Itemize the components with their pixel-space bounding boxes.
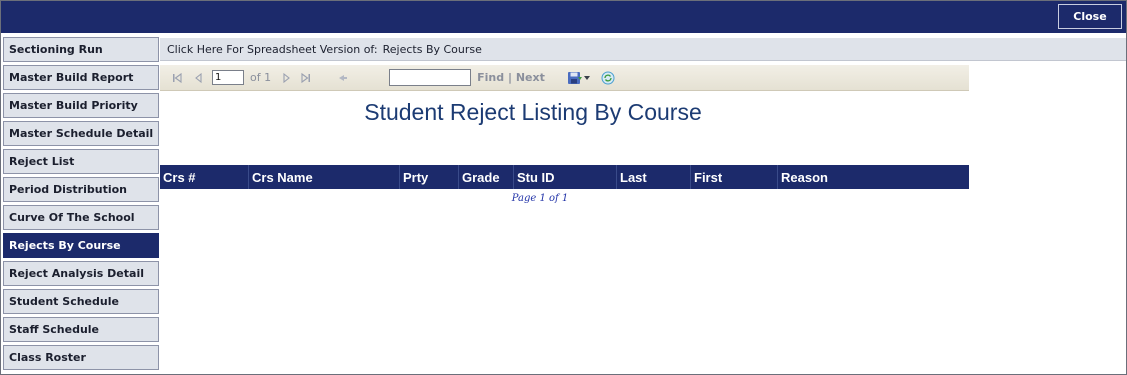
next-page-icon[interactable] [279,71,293,85]
column-header-prty: Prty [399,165,458,189]
report-sidebar: Sectioning Run Master Build Report Maste… [3,37,159,373]
column-header-last: Last [616,165,690,189]
column-header-crs-name: Crs Name [248,165,399,189]
spreadsheet-report-name: Rejects By Course [382,42,482,56]
report-column-header: Crs # Crs Name Prty Grade Stu ID Last Fi… [160,165,969,189]
sidebar-item-sectioning-run[interactable]: Sectioning Run [3,37,159,62]
sidebar-item-curve-of-the-school[interactable]: Curve Of The School [3,205,159,230]
sidebar-item-master-schedule-detail[interactable]: Master Schedule Detail [3,121,159,146]
page-indicator: Page 1 of 1 [511,193,569,204]
sidebar-item-staff-schedule[interactable]: Staff Schedule [3,317,159,342]
find-link[interactable]: Find [477,71,504,84]
find-separator: | [507,71,512,84]
top-bar: Close [1,1,1126,33]
sidebar-item-rejects-by-course[interactable]: Rejects By Course [3,233,159,258]
last-page-icon[interactable] [299,71,313,85]
back-to-parent-icon[interactable] [335,71,349,85]
report-content: Click Here For Spreadsheet Version of: R… [160,37,1126,375]
sidebar-item-reject-list[interactable]: Reject List [3,149,159,174]
chevron-down-icon[interactable] [583,71,591,85]
column-header-grade: Grade [458,165,513,189]
sidebar-item-student-schedule[interactable]: Student Schedule [3,289,159,314]
page-number-input[interactable] [212,70,244,85]
sidebar-item-reject-analysis-detail[interactable]: Reject Analysis Detail [3,261,159,286]
next-link[interactable]: Next [516,71,545,84]
refresh-icon[interactable] [601,71,615,85]
column-header-first: First [690,165,777,189]
report-viewer-toolbar: of 1 Find | Next [160,65,969,91]
first-page-icon[interactable] [170,71,184,85]
column-header-reason: Reason [777,165,969,189]
spreadsheet-version-link[interactable]: Click Here For Spreadsheet Version of: [167,43,378,56]
spreadsheet-version-bar: Click Here For Spreadsheet Version of: R… [160,38,1126,61]
report-window: Close Sectioning Run Master Build Report… [0,0,1127,375]
page-count-label: of 1 [250,71,272,84]
export-save-icon[interactable] [567,71,583,85]
find-text-input[interactable] [389,69,472,86]
column-header-crs-number: Crs # [163,169,196,185]
column-header-stu-id: Stu ID [513,165,616,189]
sidebar-item-period-distribution[interactable]: Period Distribution [3,177,159,202]
previous-page-icon[interactable] [192,71,206,85]
sidebar-item-master-build-priority[interactable]: Master Build Priority [3,93,159,118]
report-title: Student Reject Listing By Course [364,99,702,125]
sidebar-item-class-roster[interactable]: Class Roster [3,345,159,370]
close-button[interactable]: Close [1058,4,1122,29]
sidebar-item-master-build-report[interactable]: Master Build Report [3,65,159,90]
